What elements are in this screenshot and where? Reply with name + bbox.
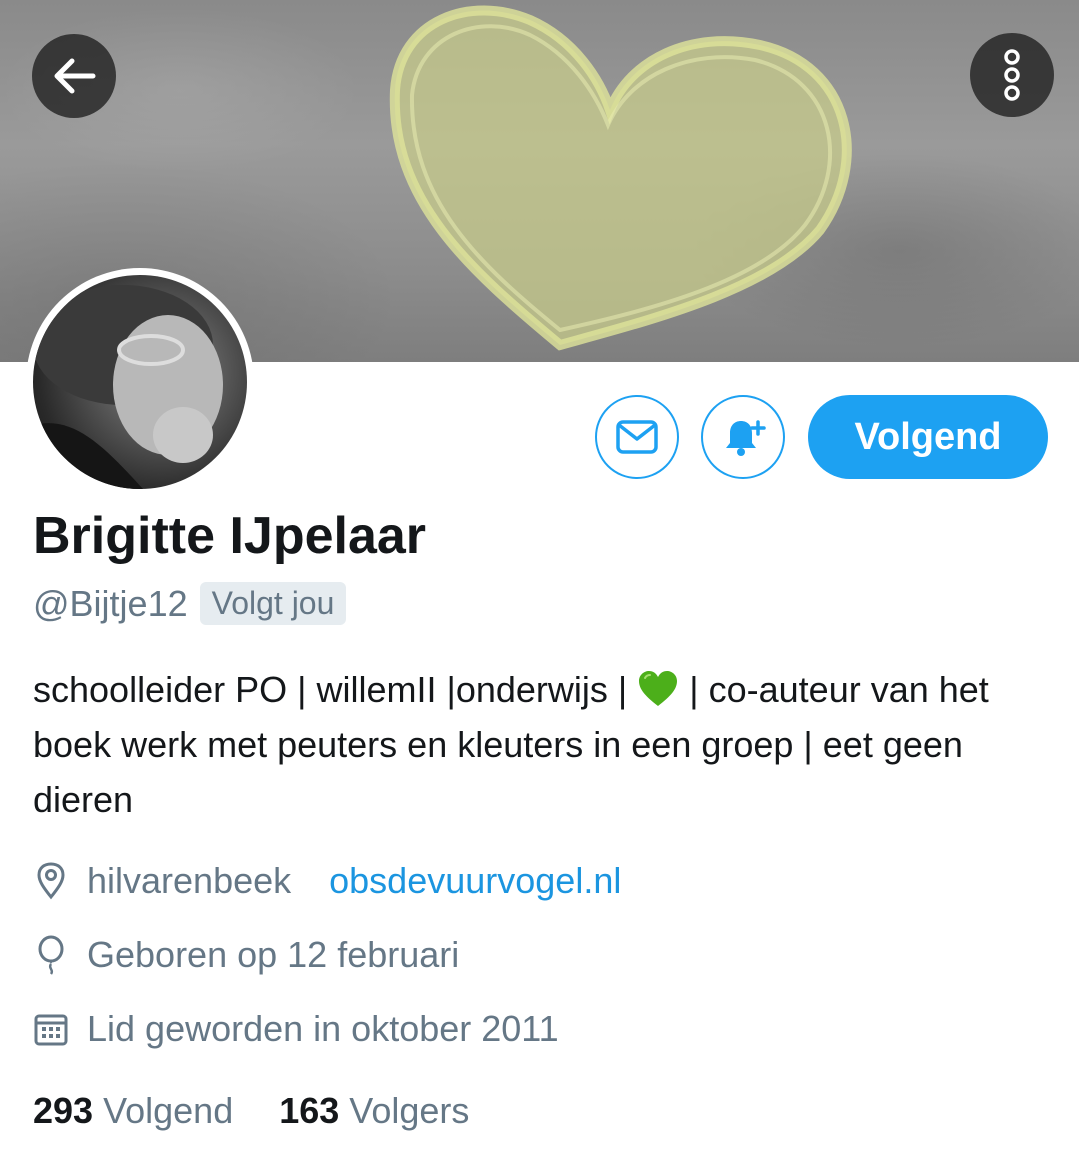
birthday-row: Geboren op 12 februari [33, 934, 459, 976]
balloon-icon [33, 935, 69, 975]
joined-text: Lid geworden in oktober 2011 [87, 1008, 559, 1049]
following-label: Volgend [103, 1090, 234, 1131]
location-pin-icon [33, 861, 69, 901]
bio-text-start: schoolleider PO | willemII |onderwijs | [33, 669, 638, 710]
following-button[interactable]: Volgend [808, 395, 1048, 479]
back-button[interactable] [32, 34, 116, 118]
location-row: hilvarenbeek obsdevuurvogel.nl [33, 860, 621, 902]
calendar-icon [33, 1009, 69, 1049]
envelope-icon [616, 420, 658, 454]
message-button[interactable] [595, 395, 679, 479]
followers-count: 163 [279, 1090, 340, 1131]
avatar-photo [33, 275, 247, 489]
notifications-button[interactable] [701, 395, 785, 479]
arrow-left-icon [54, 58, 96, 94]
birthday-text: Geboren op 12 februari [87, 934, 460, 975]
following-stat[interactable]: 293 Volgend [33, 1090, 233, 1132]
avatar[interactable] [26, 268, 254, 496]
website-link[interactable]: obsdevuurvogel.nl [329, 860, 621, 902]
profile-name: Brigitte IJpelaar [33, 507, 427, 565]
follows-you-badge: Volgt jou [199, 582, 347, 625]
profile-stats: 293 Volgend 163 Volgers [33, 1090, 469, 1132]
location-text: hilvarenbeek [87, 860, 292, 901]
more-vertical-icon [1004, 49, 1020, 101]
more-options-button[interactable] [970, 33, 1054, 117]
followers-stat[interactable]: 163 Volgers [279, 1090, 469, 1132]
joined-row: Lid geworden in oktober 2011 [33, 1008, 559, 1050]
followers-label: Volgers [349, 1090, 470, 1131]
profile-bio: schoolleider PO | willemII |onderwijs | … [33, 662, 1033, 827]
green-heart-emoji-icon [639, 671, 678, 706]
handle-row: @Bijtje12 Volgt jou [33, 582, 347, 625]
profile-handle: @Bijtje12 [33, 582, 188, 624]
bell-plus-icon [726, 420, 766, 456]
following-count: 293 [33, 1090, 94, 1131]
